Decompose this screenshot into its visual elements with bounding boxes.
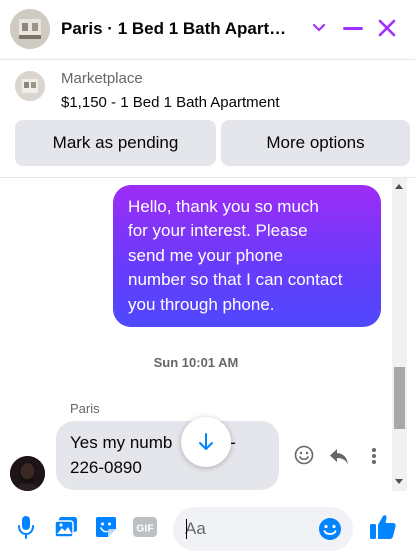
emoji-icon[interactable] bbox=[318, 517, 342, 541]
listing-avatar[interactable] bbox=[10, 9, 50, 49]
scrollbar-thumb[interactable] bbox=[394, 367, 405, 429]
contact-avatar[interactable] bbox=[10, 456, 45, 491]
message-line: Hello, thank you so much bbox=[128, 197, 319, 216]
text-caret bbox=[186, 519, 187, 539]
photo-icon[interactable] bbox=[54, 515, 78, 539]
message-input[interactable] bbox=[185, 507, 315, 551]
mark-as-pending-button[interactable]: Mark as pending bbox=[15, 120, 216, 166]
scroll-to-bottom-button[interactable] bbox=[181, 417, 231, 467]
chevron-down-icon[interactable] bbox=[310, 17, 328, 39]
listing-thumbnail[interactable] bbox=[15, 71, 45, 101]
message-line: for your interest. Please bbox=[128, 221, 308, 241]
message-line: send me your phone bbox=[128, 245, 283, 265]
message-composer: GIF bbox=[0, 491, 415, 558]
marketplace-label: Marketplace bbox=[61, 70, 143, 87]
more-vertical-icon[interactable] bbox=[366, 445, 382, 467]
scroll-up-arrow[interactable] bbox=[395, 184, 403, 189]
outgoing-message[interactable]: Hello, thank you so much for your intere… bbox=[113, 185, 381, 327]
minimize-icon[interactable] bbox=[342, 18, 364, 40]
gif-icon[interactable]: GIF bbox=[133, 515, 157, 539]
close-icon[interactable] bbox=[375, 16, 399, 40]
incoming-message[interactable]: Yes my numb54- 226-0890 bbox=[56, 421, 279, 490]
sender-name: Paris bbox=[70, 401, 100, 416]
message-line: Yes my numb54- bbox=[70, 431, 265, 456]
message-line: you through phone. bbox=[128, 294, 275, 314]
message-timestamp: Sun 10:01 AM bbox=[153, 355, 239, 370]
message-list[interactable]: Hello, thank you so much for your intere… bbox=[0, 178, 415, 491]
gif-label: GIF bbox=[136, 523, 154, 535]
arrow-down-icon bbox=[199, 433, 213, 450]
message-line: 226-0890 bbox=[70, 457, 142, 477]
message-line: number so that I can contact bbox=[128, 270, 343, 290]
conversation-title[interactable]: Paris · 1 Bed 1 Bath Apartm… bbox=[61, 19, 301, 39]
reply-icon[interactable] bbox=[328, 445, 350, 467]
react-emoji-icon[interactable] bbox=[293, 444, 315, 466]
scroll-down-arrow[interactable] bbox=[395, 479, 403, 484]
more-options-button[interactable]: More options bbox=[221, 120, 410, 166]
marketplace-listing-card: Marketplace $1,150 - 1 Bed 1 Bath Apartm… bbox=[0, 60, 415, 178]
message-fragment: Yes my numb bbox=[70, 433, 173, 452]
scrollbar[interactable] bbox=[392, 178, 407, 491]
like-icon[interactable] bbox=[368, 513, 398, 541]
message-input-wrapper[interactable] bbox=[173, 507, 353, 551]
listing-title[interactable]: $1,150 - 1 Bed 1 Bath Apartment bbox=[61, 94, 279, 111]
mic-icon[interactable] bbox=[14, 515, 38, 539]
sticker-icon[interactable] bbox=[94, 515, 118, 539]
chat-header: Paris · 1 Bed 1 Bath Apartm… bbox=[0, 0, 415, 60]
